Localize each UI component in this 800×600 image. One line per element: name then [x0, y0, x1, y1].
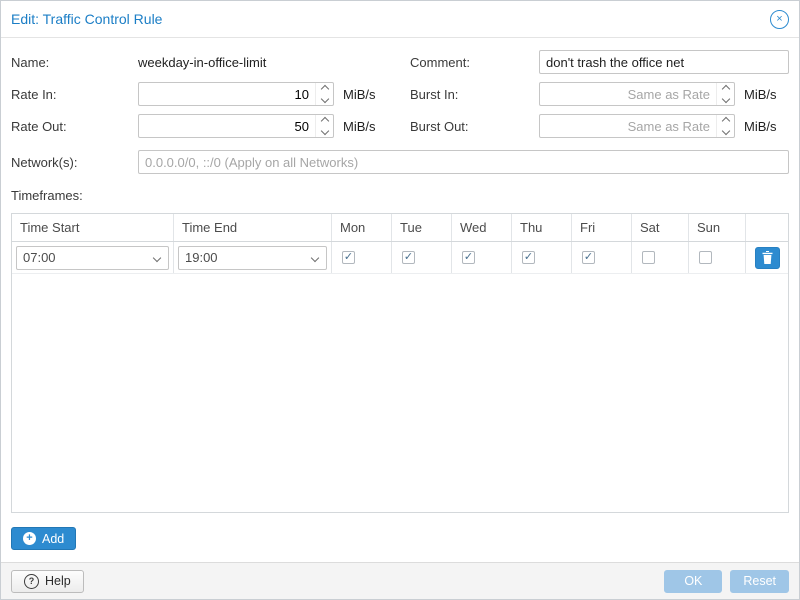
time-end-combo[interactable]: 19:00 — [178, 246, 327, 270]
burst-out-unit: MiB/s — [744, 119, 777, 134]
rate-in-label: Rate In: — [11, 87, 138, 102]
timeframes-grid: Time Start Time End Mon Tue Wed Thu Fri … — [11, 213, 789, 513]
column-header-mon[interactable]: Mon — [332, 214, 392, 241]
dialog-title: Edit: Traffic Control Rule — [11, 11, 162, 27]
checkbox-sun[interactable] — [699, 251, 712, 264]
grid-empty-area — [12, 274, 788, 512]
networks-label: Network(s): — [11, 155, 138, 170]
column-header-actions — [746, 214, 788, 241]
rate-in-field — [138, 82, 334, 106]
column-header-sat[interactable]: Sat — [632, 214, 689, 241]
name-field-group: Name: weekday-in-office-limit — [11, 50, 390, 74]
close-icon[interactable]: × — [770, 10, 789, 29]
burst-in-field — [539, 82, 735, 106]
burst-out-field-group: Burst Out: MiB/s — [410, 114, 789, 138]
checkbox-wed[interactable] — [462, 251, 475, 264]
dialog-body: Name: weekday-in-office-limit Comment: R… — [1, 38, 799, 562]
column-header-tue[interactable]: Tue — [392, 214, 452, 241]
time-end-value: 19:00 — [185, 250, 218, 265]
checkbox-mon[interactable] — [342, 251, 355, 264]
plus-circle-icon: + — [23, 532, 36, 545]
name-value: weekday-in-office-limit — [138, 55, 266, 70]
comment-field-group: Comment: — [410, 50, 789, 74]
rate-in-input[interactable] — [138, 82, 334, 106]
time-start-value: 07:00 — [23, 250, 56, 265]
rate-out-field — [138, 114, 334, 138]
checkbox-thu[interactable] — [522, 251, 535, 264]
name-label: Name: — [11, 55, 138, 70]
delete-row-button[interactable] — [755, 247, 780, 269]
grid-header: Time Start Time End Mon Tue Wed Thu Fri … — [12, 214, 788, 242]
checkbox-fri[interactable] — [582, 251, 595, 264]
rate-in-field-group: Rate In: MiB/s — [11, 82, 390, 106]
trash-icon — [762, 251, 773, 264]
table-row: 07:00 19:00 — [12, 242, 788, 274]
help-button-label: Help — [45, 574, 71, 588]
rate-out-field-group: Rate Out: MiB/s — [11, 114, 390, 138]
networks-field-group: Network(s): — [11, 150, 789, 174]
dialog-titlebar: Edit: Traffic Control Rule × — [1, 1, 799, 38]
time-start-combo[interactable]: 07:00 — [16, 246, 169, 270]
add-button-label: Add — [42, 532, 64, 546]
rate-in-unit: MiB/s — [343, 87, 376, 102]
dialog-footer: ? Help OK Reset — [1, 562, 799, 599]
chevron-down-icon — [153, 253, 161, 261]
rate-out-label: Rate Out: — [11, 119, 138, 134]
burst-out-field — [539, 114, 735, 138]
burst-in-label: Burst In: — [410, 87, 539, 102]
question-circle-icon: ? — [24, 574, 39, 589]
help-button[interactable]: ? Help — [11, 570, 84, 593]
add-button[interactable]: + Add — [11, 527, 76, 550]
column-header-sun[interactable]: Sun — [689, 214, 746, 241]
reset-button[interactable]: Reset — [730, 570, 789, 593]
column-header-time-end[interactable]: Time End — [174, 214, 332, 241]
spinner-icon[interactable] — [716, 83, 734, 105]
edit-traffic-control-rule-dialog: Edit: Traffic Control Rule × Name: weekd… — [0, 0, 800, 600]
form-row-rate-in-burst-in: Rate In: MiB/s Burst In: MiB/s — [11, 82, 789, 106]
spinner-icon[interactable] — [315, 83, 333, 105]
column-header-thu[interactable]: Thu — [512, 214, 572, 241]
burst-in-input[interactable] — [539, 82, 735, 106]
comment-label: Comment: — [410, 55, 539, 70]
checkbox-tue[interactable] — [402, 251, 415, 264]
burst-out-label: Burst Out: — [410, 119, 539, 134]
burst-in-unit: MiB/s — [744, 87, 777, 102]
spinner-icon[interactable] — [716, 115, 734, 137]
rate-out-input[interactable] — [138, 114, 334, 138]
column-header-fri[interactable]: Fri — [572, 214, 632, 241]
form-row-name-comment: Name: weekday-in-office-limit Comment: — [11, 50, 789, 74]
form-row-rate-out-burst-out: Rate Out: MiB/s Burst Out: MiB/s — [11, 114, 789, 138]
rate-out-unit: MiB/s — [343, 119, 376, 134]
checkbox-sat[interactable] — [642, 251, 655, 264]
ok-button[interactable]: OK — [664, 570, 722, 593]
burst-in-field-group: Burst In: MiB/s — [410, 82, 789, 106]
spinner-icon[interactable] — [315, 115, 333, 137]
chevron-down-icon — [311, 253, 319, 261]
networks-input[interactable] — [138, 150, 789, 174]
burst-out-input[interactable] — [539, 114, 735, 138]
comment-input[interactable] — [539, 50, 789, 74]
form-row-networks: Network(s): — [11, 150, 789, 174]
timeframes-label: Timeframes: — [11, 188, 789, 203]
column-header-time-start[interactable]: Time Start — [12, 214, 174, 241]
column-header-wed[interactable]: Wed — [452, 214, 512, 241]
